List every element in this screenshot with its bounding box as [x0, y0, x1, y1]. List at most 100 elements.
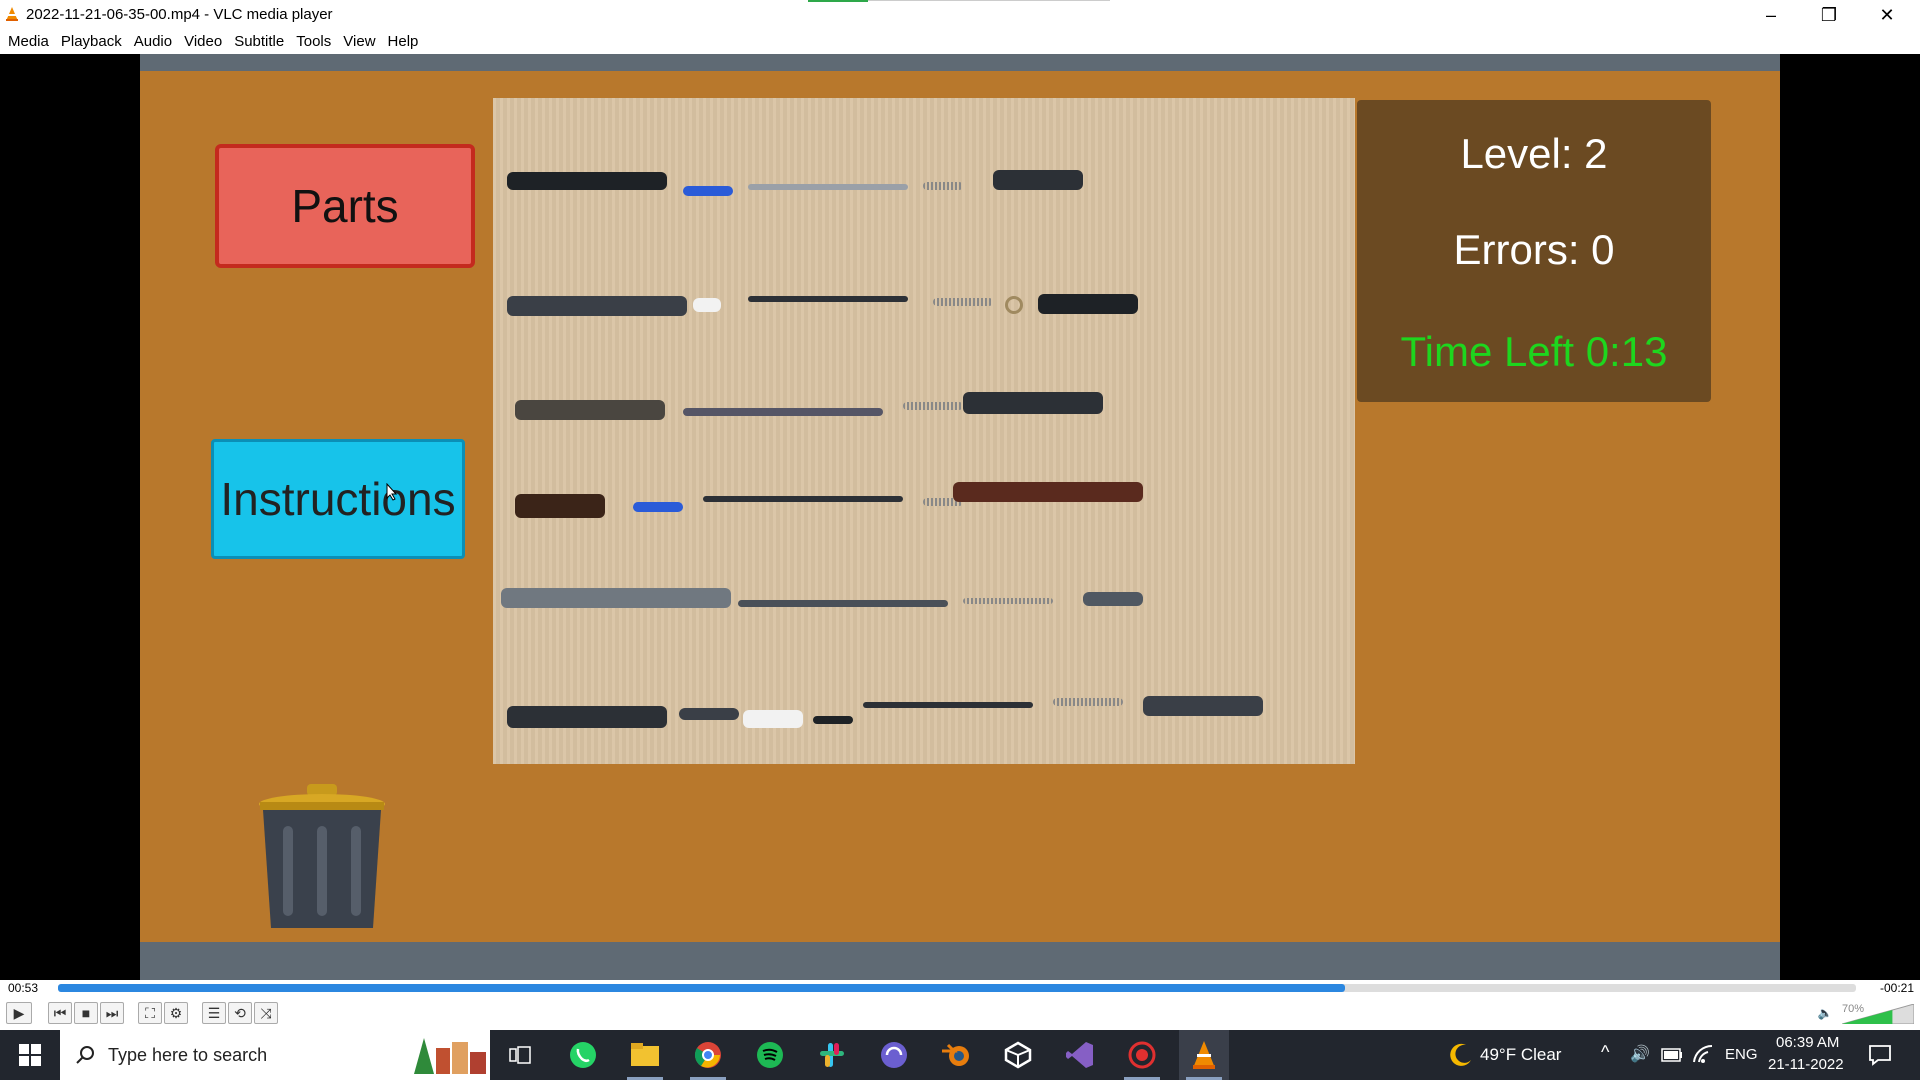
trash-can-icon[interactable]: [257, 782, 387, 932]
pen-refill[interactable]: [748, 296, 908, 302]
pen-body[interactable]: [953, 482, 1143, 502]
notifications-icon[interactable]: [1868, 1044, 1892, 1066]
pen-spring[interactable]: [1053, 698, 1123, 706]
task-view-icon[interactable]: [495, 1030, 545, 1080]
previous-button[interactable]: ⏮: [48, 1002, 72, 1024]
level-text: Level: 2: [1460, 130, 1608, 177]
pen-tip[interactable]: [1038, 294, 1138, 314]
pen-spring[interactable]: [923, 182, 963, 190]
playback-controls: ▶ ⏮ ■ ⏭ ⛶ ⚙ ☰ ⟲ ⤨ 🔈 70%: [0, 998, 1920, 1030]
menu-view[interactable]: View: [337, 30, 381, 54]
pen-parts-board: [493, 98, 1355, 764]
bottom-strip: [140, 942, 1780, 980]
pen-clip[interactable]: [683, 186, 733, 196]
visual-studio-icon[interactable]: [1055, 1030, 1105, 1080]
parts-button[interactable]: Parts: [215, 144, 475, 268]
menu-playback[interactable]: Playback: [55, 30, 128, 54]
pen-barrel[interactable]: [507, 706, 667, 728]
wifi-icon[interactable]: [1692, 1044, 1714, 1064]
pen-barrel[interactable]: [501, 588, 731, 608]
fullscreen-button[interactable]: ⛶: [138, 1002, 162, 1024]
language-indicator[interactable]: ENG: [1725, 1046, 1758, 1063]
menu-media[interactable]: Media: [2, 30, 55, 54]
pen-refill[interactable]: [683, 408, 883, 416]
pen-grip[interactable]: [963, 392, 1103, 414]
instructions-button[interactable]: Instructions: [211, 439, 465, 559]
windows-start-icon[interactable]: [5, 1030, 55, 1080]
pen-ring[interactable]: [1005, 296, 1023, 314]
menu-audio[interactable]: Audio: [128, 30, 178, 54]
blender-icon[interactable]: [931, 1030, 981, 1080]
weather-moon-icon: [1450, 1043, 1471, 1066]
errors-text: Errors: 0: [1453, 226, 1615, 273]
video-area[interactable]: Parts Instructions Level: 2 Errors: 0 Ti…: [0, 54, 1920, 980]
volume-icon[interactable]: 🔊: [1630, 1044, 1650, 1064]
pen-cap-tip[interactable]: [693, 298, 721, 312]
clock-date[interactable]: 21-11-2022: [1768, 1056, 1844, 1073]
menu-help[interactable]: Help: [382, 30, 425, 54]
title-bar: 2022-11-21-06-35-00.mp4 - VLC media play…: [0, 0, 1920, 30]
search-highlight-icon: [414, 1038, 486, 1074]
vlc-taskbar-icon[interactable]: [1179, 1030, 1229, 1080]
next-button[interactable]: ⏭: [100, 1002, 124, 1024]
minimize-button[interactable]: –: [1742, 0, 1800, 30]
slack-icon[interactable]: [807, 1030, 857, 1080]
pen-refill[interactable]: [703, 496, 903, 502]
whatsapp-icon[interactable]: [558, 1030, 608, 1080]
screen-recorder-icon[interactable]: [1117, 1030, 1167, 1080]
unity-icon[interactable]: [993, 1030, 1043, 1080]
pen-connector[interactable]: [679, 708, 739, 720]
search-icon: [76, 1046, 94, 1064]
pen-barrel[interactable]: [515, 400, 665, 420]
elapsed-time: 00:53: [8, 981, 39, 995]
mouse-cursor-icon: [386, 483, 398, 501]
stop-button[interactable]: ■: [74, 1002, 98, 1024]
wood-grain: [493, 98, 1355, 764]
spotify-icon[interactable]: [745, 1030, 795, 1080]
chevron-up-icon[interactable]: ^: [1601, 1042, 1609, 1063]
playlist-button[interactable]: ☰: [202, 1002, 226, 1024]
volume-slider[interactable]: [1842, 1004, 1914, 1024]
extended-settings-button[interactable]: ⚙: [164, 1002, 188, 1024]
pen-small-part[interactable]: [813, 716, 853, 724]
pen-cap-tip[interactable]: [743, 710, 803, 728]
game-screen: Parts Instructions Level: 2 Errors: 0 Ti…: [140, 54, 1780, 980]
battery-icon[interactable]: [1661, 1048, 1683, 1062]
loop-button[interactable]: ⟲: [228, 1002, 252, 1024]
weather-text[interactable]: 49°F Clear: [1480, 1045, 1561, 1065]
pen-refill[interactable]: [748, 184, 908, 190]
menu-tools[interactable]: Tools: [290, 30, 337, 54]
app-swirl-icon[interactable]: [869, 1030, 919, 1080]
loading-indicator: [808, 0, 868, 2]
clock-time[interactable]: 06:39 AM: [1776, 1034, 1839, 1051]
close-button[interactable]: ✕: [1858, 0, 1916, 30]
pen-spring[interactable]: [903, 402, 963, 410]
seek-bar[interactable]: 00:53 -00:21: [0, 980, 1920, 998]
top-strip: [140, 54, 1780, 71]
pen-barrel[interactable]: [507, 172, 667, 190]
speaker-icon[interactable]: 🔈: [1816, 1002, 1834, 1024]
vlc-icon: [6, 7, 18, 21]
pen-refill[interactable]: [738, 600, 948, 607]
pen-tip[interactable]: [993, 170, 1083, 190]
shuffle-button[interactable]: ⤨: [254, 1002, 278, 1024]
pen-refill[interactable]: [863, 702, 1033, 708]
pen-tip[interactable]: [1083, 592, 1143, 606]
play-button[interactable]: ▶: [6, 1002, 32, 1024]
menu-bar: Media Playback Audio Video Subtitle Tool…: [0, 30, 1920, 54]
seek-track[interactable]: [58, 984, 1856, 992]
chrome-icon[interactable]: [683, 1030, 733, 1080]
pen-barrel[interactable]: [507, 296, 687, 316]
pen-spring[interactable]: [933, 298, 993, 306]
menu-video[interactable]: Video: [178, 30, 228, 54]
search-placeholder: Type here to search: [108, 1044, 268, 1065]
pen-spring[interactable]: [963, 598, 1053, 604]
remaining-time: -00:21: [1879, 981, 1914, 995]
pen-cap[interactable]: [515, 494, 605, 518]
file-explorer-icon[interactable]: [620, 1030, 670, 1080]
menu-subtitle[interactable]: Subtitle: [228, 30, 290, 54]
taskbar-search-box[interactable]: Type here to search: [60, 1030, 490, 1080]
pen-tip[interactable]: [1143, 696, 1263, 716]
pen-clip[interactable]: [633, 502, 683, 512]
restore-button[interactable]: ❐: [1800, 0, 1858, 30]
